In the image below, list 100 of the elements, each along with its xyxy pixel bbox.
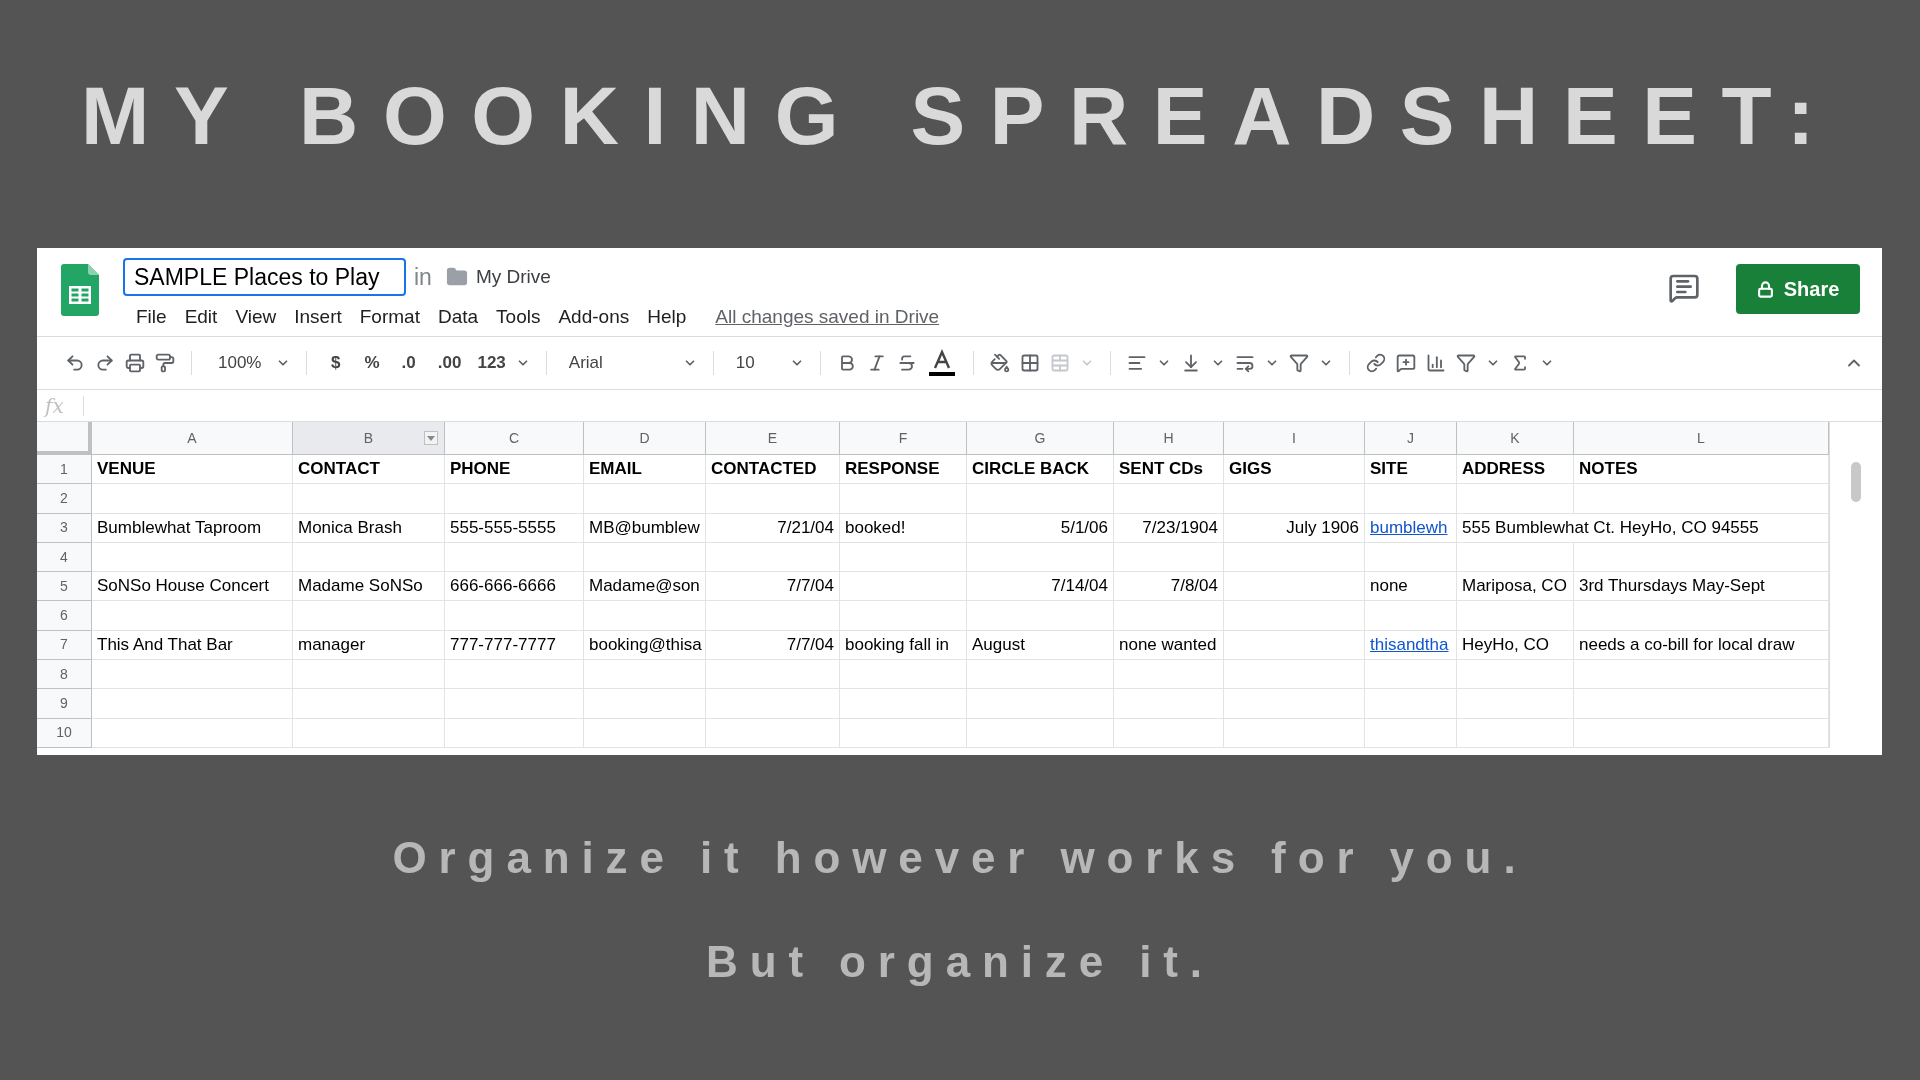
table-cell: 7/21/04 [706, 513, 840, 543]
slide-title: MY BOOKING SPREADSHEET: [81, 69, 1839, 163]
column-heading: SENT CDs [1114, 455, 1224, 485]
number-format-select[interactable]: 123 [477, 350, 506, 376]
row-number[interactable]: 8 [37, 660, 92, 690]
spreadsheet-logo[interactable] [61, 264, 99, 316]
table-cell: 555 Bumblewhat Ct. HeyHo, CO 94555 [1457, 513, 1829, 543]
row-number[interactable]: 3 [37, 513, 92, 543]
table-cell: Bumblewhat Taproom [92, 513, 293, 543]
row-number[interactable]: 9 [37, 689, 92, 719]
column-heading: CONTACT [293, 455, 445, 485]
table-cell: July 1906 [1224, 513, 1365, 543]
column-header[interactable]: K [1457, 422, 1574, 455]
comments-icon[interactable] [1668, 272, 1700, 304]
redo-icon[interactable] [95, 353, 115, 373]
table-cell: MB@bumblew [584, 513, 706, 543]
row-number[interactable]: 5 [37, 572, 92, 602]
merge-cells-icon[interactable] [1049, 353, 1070, 373]
menu-item[interactable]: Tools [487, 301, 550, 334]
column-header[interactable]: F [840, 422, 967, 455]
column-header[interactable]: J [1365, 422, 1457, 455]
table-cell: 555-555-5555 [445, 513, 584, 543]
table-cell: This And That Bar [92, 630, 293, 661]
increase-decimals-button[interactable]: .00 [431, 350, 468, 376]
paint-format-icon[interactable] [155, 353, 175, 373]
table-cell: 7/7/04 [706, 630, 840, 661]
table-cell: Madame SoNSo [293, 572, 445, 602]
document-title-field[interactable]: SAMPLE Places to Play [123, 258, 406, 296]
table-cell: 777-777-7777 [445, 630, 584, 661]
column-header[interactable]: C [445, 422, 584, 455]
text-wrap-icon[interactable] [1234, 353, 1255, 373]
scrollbar-thumb[interactable] [1851, 462, 1861, 502]
table-cell: needs a co-bill for local draw [1574, 630, 1829, 661]
currency-format-button[interactable]: $ [323, 350, 349, 376]
column-header[interactable]: H [1114, 422, 1224, 455]
row-number[interactable]: 2 [37, 484, 92, 514]
column-menu-icon[interactable] [424, 431, 438, 445]
column-heading: CONTACTED [706, 455, 840, 485]
row-number[interactable]: 6 [37, 601, 92, 631]
font-size-select[interactable]: 10 [729, 350, 780, 376]
menu-item[interactable]: Edit [175, 301, 227, 334]
table-cell: 7/23/1904 [1114, 513, 1224, 543]
table-cell: Madame@son [584, 572, 706, 602]
row-number[interactable]: 10 [37, 718, 92, 748]
row-number[interactable]: 4 [37, 542, 92, 573]
save-status-link[interactable]: All changes saved in Drive [715, 303, 940, 332]
decrease-decimals-button[interactable]: .0 [395, 350, 422, 376]
link-icon[interactable] [1365, 353, 1386, 373]
table-cell: manager [293, 630, 445, 661]
fill-color-icon[interactable] [989, 353, 1010, 373]
table-cell: booked! [840, 513, 967, 543]
menu-item[interactable]: Data [428, 301, 488, 334]
borders-icon[interactable] [1019, 353, 1040, 373]
undo-icon[interactable] [65, 353, 85, 373]
menu-item[interactable]: Format [350, 301, 429, 334]
column-heading: SITE [1365, 455, 1457, 485]
table-cell: none wanted [1114, 630, 1224, 661]
table-cell: SoNSo House Concert [92, 572, 293, 602]
menu-item[interactable]: View [226, 301, 286, 334]
column-heading: EMAIL [584, 455, 706, 485]
folder-icon [445, 266, 468, 288]
add-comment-icon[interactable] [1395, 353, 1416, 373]
menu-item[interactable]: File [127, 301, 176, 334]
table-cell: 7/7/04 [706, 572, 840, 602]
table-cell: none [1365, 572, 1457, 602]
align-left-icon[interactable] [1126, 353, 1147, 373]
print-icon[interactable] [125, 353, 145, 373]
column-header[interactable]: B [293, 422, 445, 455]
column-heading: NOTES [1574, 455, 1829, 485]
zoom-select[interactable]: 100% [208, 350, 266, 376]
table-cell: August [967, 630, 1114, 661]
chart-icon[interactable] [1425, 353, 1446, 373]
formula-label: fx [42, 392, 65, 420]
column-header[interactable]: G [967, 422, 1114, 455]
folder-name[interactable]: My Drive [475, 262, 551, 292]
text-color-icon[interactable] [926, 348, 957, 378]
row-number[interactable]: 7 [37, 630, 92, 661]
table-cell: 666-666-6666 [445, 572, 584, 602]
menu-item[interactable]: Help [638, 301, 696, 334]
column-header[interactable]: I [1224, 422, 1365, 455]
column-header[interactable]: D [584, 422, 706, 455]
table-cell: HeyHo, CO [1457, 630, 1574, 661]
table-cell: booking@thisa [584, 630, 706, 661]
menu-item[interactable]: Insert [285, 301, 351, 334]
caption: But organize it. [706, 936, 1214, 988]
font-select[interactable]: Arial [562, 350, 673, 376]
table-cell: 7/8/04 [1114, 572, 1224, 602]
column-header[interactable]: E [706, 422, 840, 455]
row-number[interactable]: 1 [37, 455, 92, 485]
table-cell: 3rd Thursdays May-Sept [1574, 572, 1829, 602]
column-header[interactable]: A [92, 422, 293, 455]
column-heading: CIRCLE BACK [967, 455, 1114, 485]
percent-format-button[interactable]: % [358, 350, 386, 376]
share-button[interactable]: Share [1736, 264, 1860, 314]
menu-item[interactable]: Add-ons [549, 301, 639, 334]
table-cell: Mariposa, CO [1457, 572, 1574, 602]
table-cell: bumblewh [1365, 513, 1457, 543]
table-cell: thisandtha [1365, 630, 1457, 661]
column-header[interactable]: L [1574, 422, 1829, 455]
filter-icon[interactable] [1455, 353, 1476, 373]
